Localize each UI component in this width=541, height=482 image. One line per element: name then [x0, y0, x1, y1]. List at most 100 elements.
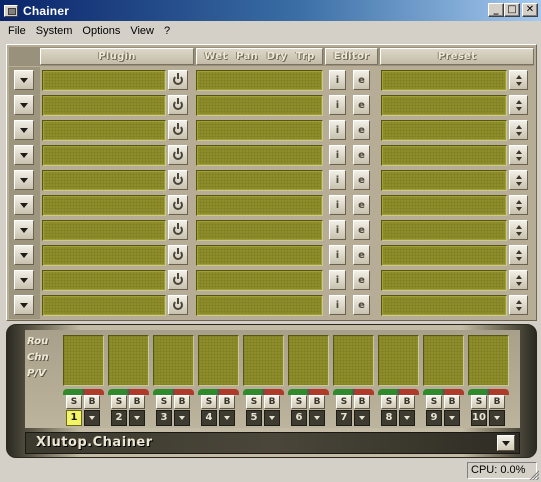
- channel-display[interactable]: [468, 335, 509, 386]
- solo-button[interactable]: S: [246, 395, 262, 409]
- preset-display[interactable]: [381, 95, 507, 116]
- channel-dropdown-button[interactable]: [264, 410, 280, 426]
- bypass-button[interactable]: B: [84, 395, 100, 409]
- editor-open-button[interactable]: i: [329, 170, 346, 190]
- preset-updown-button[interactable]: [509, 170, 528, 190]
- channel-display[interactable]: [378, 335, 419, 386]
- preset-updown-button[interactable]: [509, 70, 528, 90]
- plugin-display[interactable]: [42, 220, 166, 241]
- bypass-button[interactable]: B: [399, 395, 415, 409]
- plugin-display[interactable]: [42, 245, 166, 266]
- channel-display[interactable]: [63, 335, 104, 386]
- solo-button[interactable]: S: [426, 395, 442, 409]
- slot-dropdown-button[interactable]: [14, 220, 34, 240]
- plugin-power-button[interactable]: [168, 95, 188, 115]
- plugin-display[interactable]: [42, 170, 166, 191]
- editor-edit-button[interactable]: e: [353, 170, 370, 190]
- slot-dropdown-button[interactable]: [14, 120, 34, 140]
- bypass-button[interactable]: B: [129, 395, 145, 409]
- solo-button[interactable]: S: [201, 395, 217, 409]
- plugin-power-button[interactable]: [168, 195, 188, 215]
- channel-number-button[interactable]: 4: [201, 410, 217, 426]
- bypass-button[interactable]: B: [309, 395, 325, 409]
- solo-button[interactable]: S: [471, 395, 487, 409]
- menu-file[interactable]: File: [3, 21, 31, 41]
- minimize-button[interactable]: _: [488, 3, 504, 17]
- editor-edit-button[interactable]: e: [353, 270, 370, 290]
- preset-updown-button[interactable]: [509, 195, 528, 215]
- slot-dropdown-button[interactable]: [14, 170, 34, 190]
- solo-button[interactable]: S: [66, 395, 82, 409]
- preset-updown-button[interactable]: [509, 220, 528, 240]
- plugin-power-button[interactable]: [168, 245, 188, 265]
- plugin-display[interactable]: [42, 95, 166, 116]
- editor-edit-button[interactable]: e: [353, 70, 370, 90]
- preset-updown-button[interactable]: [509, 295, 528, 315]
- channel-number-button[interactable]: 9: [426, 410, 442, 426]
- channel-dropdown-button[interactable]: [444, 410, 460, 426]
- fx-display[interactable]: [196, 70, 323, 91]
- preset-display[interactable]: [381, 195, 507, 216]
- menu-options[interactable]: Options: [77, 21, 125, 41]
- editor-edit-button[interactable]: e: [353, 245, 370, 265]
- menu-view[interactable]: View: [125, 21, 159, 41]
- plugin-display[interactable]: [42, 145, 166, 166]
- plugin-power-button[interactable]: [168, 270, 188, 290]
- bypass-button[interactable]: B: [264, 395, 280, 409]
- preset-updown-button[interactable]: [509, 270, 528, 290]
- editor-edit-button[interactable]: e: [353, 195, 370, 215]
- preset-updown-button[interactable]: [509, 95, 528, 115]
- fx-display[interactable]: [196, 170, 323, 191]
- slot-dropdown-button[interactable]: [14, 195, 34, 215]
- preset-display[interactable]: [381, 295, 507, 316]
- channel-dropdown-button[interactable]: [354, 410, 370, 426]
- channel-dropdown-button[interactable]: [219, 410, 235, 426]
- channel-display[interactable]: [198, 335, 239, 386]
- preset-display[interactable]: [381, 120, 507, 141]
- editor-open-button[interactable]: i: [329, 270, 346, 290]
- editor-open-button[interactable]: i: [329, 220, 346, 240]
- channel-dropdown-button[interactable]: [84, 410, 100, 426]
- solo-button[interactable]: S: [156, 395, 172, 409]
- preset-updown-button[interactable]: [509, 120, 528, 140]
- fx-display[interactable]: [196, 245, 323, 266]
- editor-edit-button[interactable]: e: [353, 145, 370, 165]
- plugin-power-button[interactable]: [168, 220, 188, 240]
- channel-number-button[interactable]: 5: [246, 410, 262, 426]
- fx-display[interactable]: [196, 95, 323, 116]
- channel-dropdown-button[interactable]: [399, 410, 415, 426]
- solo-button[interactable]: S: [336, 395, 352, 409]
- brand-dropdown-button[interactable]: [497, 435, 515, 451]
- close-button[interactable]: ✕: [522, 3, 538, 17]
- preset-display[interactable]: [381, 245, 507, 266]
- editor-open-button[interactable]: i: [329, 70, 346, 90]
- fx-display[interactable]: [196, 145, 323, 166]
- bypass-button[interactable]: B: [489, 395, 505, 409]
- channel-number-button[interactable]: 7: [336, 410, 352, 426]
- menu-help[interactable]: ?: [159, 21, 175, 41]
- plugin-power-button[interactable]: [168, 295, 188, 315]
- preset-display[interactable]: [381, 70, 507, 91]
- channel-dropdown-button[interactable]: [129, 410, 145, 426]
- editor-open-button[interactable]: i: [329, 120, 346, 140]
- slot-dropdown-button[interactable]: [14, 270, 34, 290]
- slot-dropdown-button[interactable]: [14, 95, 34, 115]
- solo-button[interactable]: S: [291, 395, 307, 409]
- resize-grip-icon[interactable]: [528, 469, 539, 480]
- editor-edit-button[interactable]: e: [353, 120, 370, 140]
- editor-open-button[interactable]: i: [329, 195, 346, 215]
- slot-dropdown-button[interactable]: [14, 145, 34, 165]
- preset-display[interactable]: [381, 145, 507, 166]
- fx-display[interactable]: [196, 220, 323, 241]
- editor-edit-button[interactable]: e: [353, 220, 370, 240]
- editor-open-button[interactable]: i: [329, 295, 346, 315]
- preset-display[interactable]: [381, 270, 507, 291]
- bypass-button[interactable]: B: [174, 395, 190, 409]
- preset-display[interactable]: [381, 170, 507, 191]
- maximize-button[interactable]: □: [504, 3, 520, 17]
- editor-open-button[interactable]: i: [329, 95, 346, 115]
- channel-number-button[interactable]: 8: [381, 410, 397, 426]
- slot-dropdown-button[interactable]: [14, 245, 34, 265]
- channel-display[interactable]: [333, 335, 374, 386]
- plugin-display[interactable]: [42, 120, 166, 141]
